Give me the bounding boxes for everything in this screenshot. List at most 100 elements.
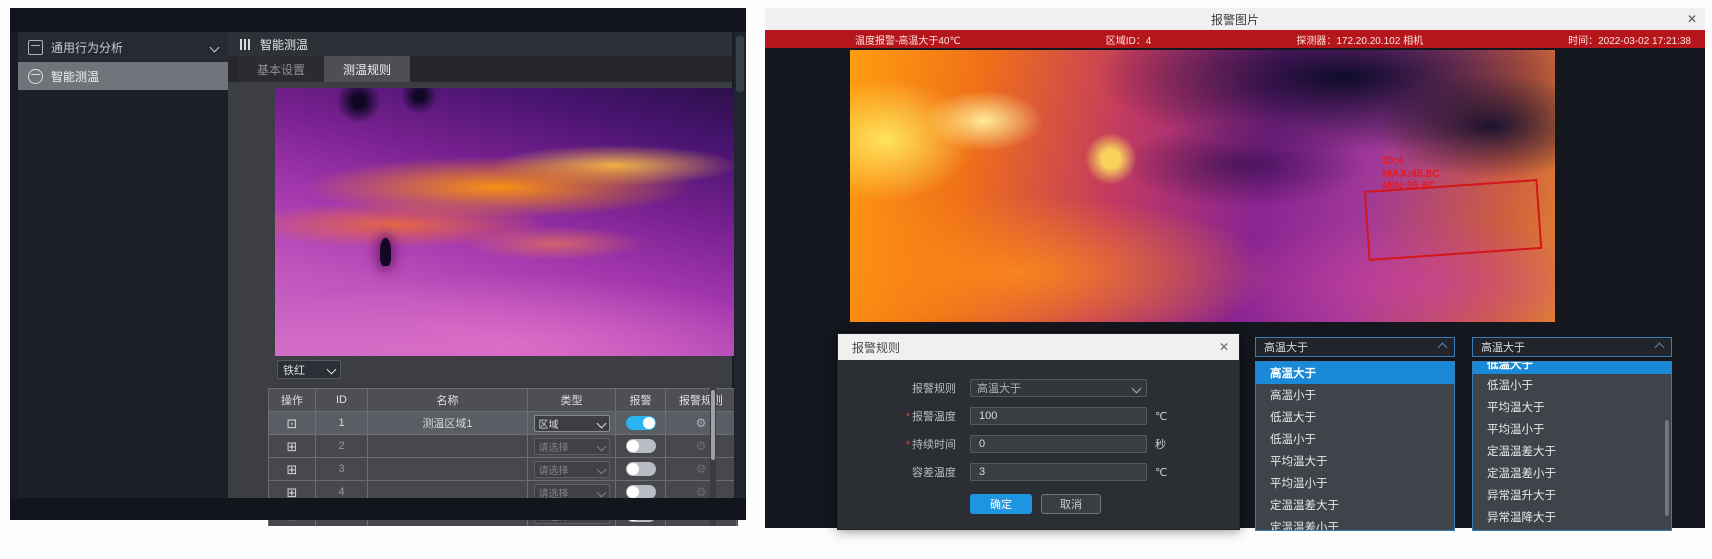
dropdown-option[interactable]: 定温温差小于 [1473,462,1671,484]
alarm-region-id: 区域ID：4 [1106,32,1152,47]
type-select[interactable]: 请选择 [534,461,610,478]
dropdown-option[interactable]: 低温小于 [1256,428,1454,450]
tolerance-temperature-input[interactable] [977,465,1140,479]
dropdown-option[interactable]: 定温温差小于 [1256,516,1454,531]
field-label: 容差温度 [912,467,956,479]
ok-button[interactable]: 确定 [970,494,1032,514]
chevron-down-icon [596,418,606,428]
annotation-id: ID:4 [1383,155,1440,168]
field-unit: ℃ [1155,410,1167,423]
col-type: 类型 [528,389,616,411]
chevron-down-icon [210,42,220,52]
palette-select[interactable]: 铁红 [277,360,341,379]
cancel-button[interactable]: 取消 [1041,494,1101,514]
dropdown-option[interactable]: 平均温大于 [1473,396,1671,418]
row-id: 3 [316,458,368,480]
required-mark: * [906,439,910,451]
dropdown-option-partial[interactable]: 低温大于 [1473,362,1671,374]
alarm-temperature-input[interactable] [977,409,1140,423]
type-select[interactable]: 区域 [534,415,610,432]
field-unit: ℃ [1155,466,1167,479]
dropdown-option[interactable]: 平均温大于 [1256,450,1454,472]
field-label: 报警温度 [912,411,956,423]
duration-input[interactable] [977,437,1140,451]
row-id: 2 [316,435,368,457]
dropdown-value: 高温大于 [1264,339,1308,355]
dropdown-option[interactable]: 平均温小于 [1473,418,1671,440]
panel-scrollbar[interactable] [734,32,746,498]
tab-bar: 基本设置 测温规则 [228,56,732,82]
config-window: 通用行为分析 智能测温 智能测温 基本设置 测温规则 铁红 [10,8,746,520]
alarm-rules-dialog: 报警规则 ✕ 报警规则 高温大于 *报警温度 ℃ *持续时间 秒 [837,333,1240,530]
gear-icon[interactable]: ⚙ [696,486,707,498]
dropdown-scrollbar-thumb[interactable] [1665,420,1669,516]
window-bottom-strip [10,498,746,520]
rule-dropdown-1-box[interactable]: 高温大于 [1255,337,1455,357]
menu-bars-icon[interactable] [240,39,250,50]
chevron-down-icon [596,487,606,497]
col-operation: 操作 [269,389,316,411]
chevron-up-icon [1438,342,1448,352]
sidebar-item-smart-thermometry[interactable]: 智能测温 [18,62,228,90]
gear-icon[interactable]: ⚙ [696,440,707,452]
type-select[interactable]: 请选择 [534,438,610,455]
table-scrollbar-thumb[interactable] [711,390,715,460]
chevron-down-icon [596,464,606,474]
dropdown-option[interactable]: 高温小于 [1256,384,1454,406]
gear-icon[interactable]: ⚙ [696,417,707,429]
alarm-toggle[interactable] [626,416,656,430]
add-region-icon[interactable]: ⊞ [287,463,298,476]
add-region-icon[interactable]: ⊞ [287,486,298,499]
field-alarm-rule: 报警规则 高温大于 [838,378,1239,398]
person-silhouette [380,238,391,266]
col-name: 名称 [368,389,528,411]
module-title: 智能测温 [260,36,308,53]
sidebar-group-behavior-analysis[interactable]: 通用行为分析 [18,32,228,62]
alarm-toggle[interactable] [626,439,656,453]
field-label: 报警规则 [912,383,956,395]
dropdown-option[interactable]: 异常温升大于 [1473,484,1671,506]
dropdown-option[interactable]: 平均温小于 [1256,472,1454,494]
panel-scrollbar-thumb[interactable] [736,36,744,92]
rule-dropdown-2-box[interactable]: 高温大于 [1472,337,1672,357]
thermal-preview-image[interactable] [275,88,740,356]
row-name [368,458,528,480]
col-id: ID [316,389,368,411]
row-name: 测温区域1 [368,412,528,434]
dropdown-option[interactable]: 异常温降大于 [1473,506,1671,528]
col-alarm-rule: 报警规则 [666,389,737,411]
add-region-icon[interactable]: ⊞ [287,440,298,453]
alarm-toggle[interactable] [626,462,656,476]
region-done-icon[interactable]: ⊡ [287,417,298,430]
module-header: 智能测温 [228,32,732,56]
thermometer-icon [28,69,43,84]
required-mark: * [906,411,910,423]
col-alarm: 报警 [616,389,666,411]
alarm-thermal-image: ID:4 MAX:45.8C MIN:35.6C [850,50,1555,322]
dropdown-option[interactable]: 高温大于 [1256,362,1454,384]
alarm-rule-select[interactable]: 高温大于 [970,379,1147,397]
table-row: ⊞ 3 请选择 ⚙ [268,458,738,481]
row-id: 1 [316,412,368,434]
alarm-image-window: 报警图片 ✕ 温度报警-高温大于40℃ 区域ID：4 探测器：172.20.20… [765,8,1705,528]
gear-icon[interactable]: ⚙ [696,463,707,475]
rule-dropdown-1: 高温大于 高温大于 高温小于 低温大于 低温小于 平均温大于 平均温小于 定温温… [1255,337,1455,531]
tab-thermometry-rules[interactable]: 测温规则 [324,56,410,82]
alarm-region-outline [1364,179,1542,261]
dropdown-option[interactable]: 低温大于 [1256,406,1454,428]
screenshot-root: 通用行为分析 智能测温 智能测温 基本设置 测温规则 铁红 [0,0,1712,559]
alarm-time: 时间：2022-03-02 17:21:38 [1568,32,1691,47]
sidebar: 通用行为分析 智能测温 [18,32,228,498]
dialog-title: 报警规则 [838,334,1239,360]
chevron-down-icon [596,441,606,451]
window-title: 报警图片 [765,8,1705,30]
alarm-detector: 探测器：172.20.20.102 相机 [1296,32,1423,47]
close-icon[interactable]: ✕ [1219,334,1229,360]
dropdown-option[interactable]: 定温温差大于 [1473,440,1671,462]
alarm-toggle[interactable] [626,485,656,499]
dropdown-option[interactable]: 低温小于 [1473,374,1671,396]
close-icon[interactable]: ✕ [1687,8,1697,30]
analysis-icon [28,40,43,55]
tab-basic-settings[interactable]: 基本设置 [238,56,324,82]
dropdown-option[interactable]: 定温温差大于 [1256,494,1454,516]
